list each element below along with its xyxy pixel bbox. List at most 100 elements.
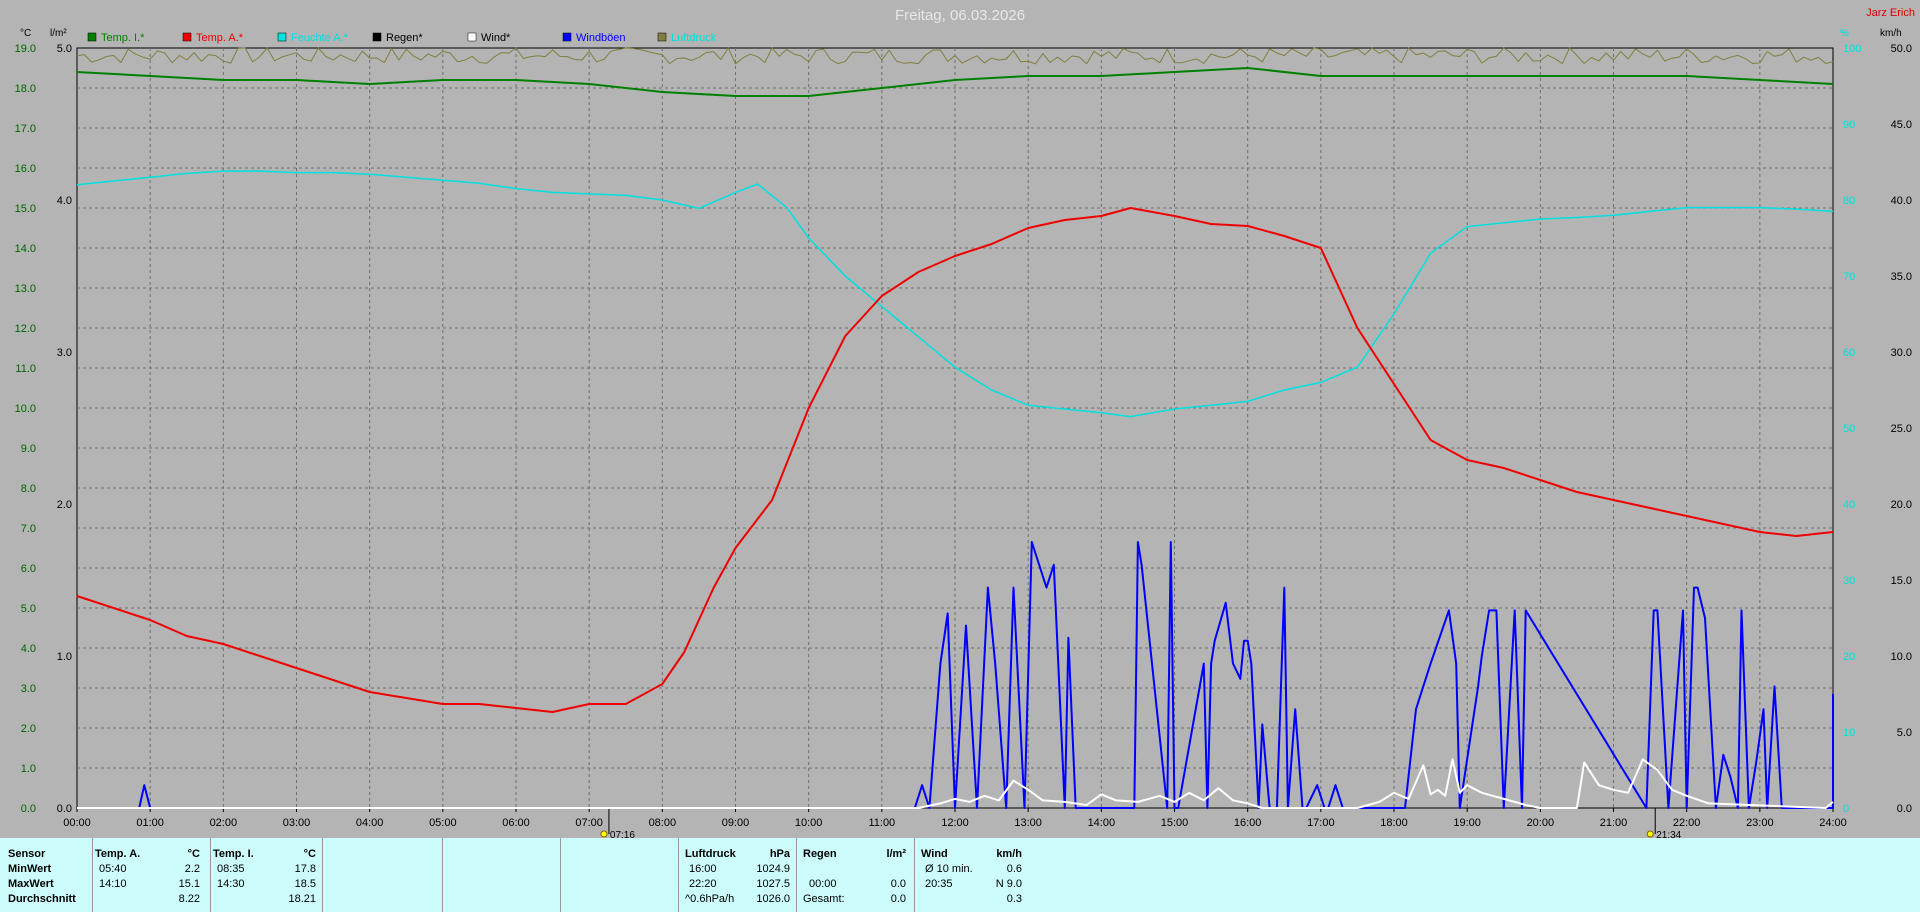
y-hum-tick-label: 90 <box>1843 119 1855 131</box>
y-rain-tick-label: 4.0 <box>57 195 72 207</box>
pressure-head: Luftdruck <box>685 848 736 860</box>
row-label-max: MaxWert <box>8 878 54 890</box>
wind-avg10-label: Ø 10 min. <box>925 863 973 875</box>
temp-a-max-value: 15.1 <box>178 878 200 890</box>
y-rain-tick-label: 0.0 <box>57 803 72 815</box>
wind-avg-value: 0.3 <box>1006 893 1022 905</box>
pressure-min-time: 16:00 <box>689 863 717 875</box>
sun-marker-label: 21:34 <box>1656 830 1681 838</box>
legend-swatch <box>372 32 382 42</box>
temp-i-head: Temp. I. <box>213 848 254 860</box>
legend-swatch <box>467 32 477 42</box>
y-hum-tick-label: 30 <box>1843 575 1855 587</box>
temp-a-unit: °C <box>187 848 200 860</box>
pressure-trend: ^0.6hPa/h <box>685 893 735 905</box>
y-temp-tick-label: 10.0 <box>15 403 36 415</box>
x-tick-label: 11:00 <box>868 817 895 829</box>
y-temp-tick-label: 2.0 <box>21 723 36 735</box>
y-temp-tick-label: 0.0 <box>21 803 36 815</box>
temp-a-column: Temp. A. °C 05:40 2.2 14:10 15.1 8.22 <box>92 838 210 912</box>
rain-total-value: 0.0 <box>890 893 906 905</box>
y-temp-tick-label: 9.0 <box>21 443 36 455</box>
y-unit-temp: °C <box>20 28 31 39</box>
x-tick-label: 19:00 <box>1453 817 1481 829</box>
y-temp-tick-label: 4.0 <box>21 643 36 655</box>
temp-i-max-time: 14:30 <box>217 878 245 890</box>
y-unit-rain: l/m² <box>50 28 67 39</box>
y-wind-tick-label: 25.0 <box>1891 423 1912 435</box>
y-temp-tick-label: 1.0 <box>21 763 36 775</box>
empty-column-2 <box>442 838 560 912</box>
rain-unit: l/m² <box>886 848 906 860</box>
temp-a-head: Temp. A. <box>95 848 141 860</box>
row-label-min: MinWert <box>8 863 52 875</box>
legend-swatch <box>657 32 667 42</box>
x-tick-label: 18:00 <box>1380 817 1408 829</box>
temp-a-min-time: 05:40 <box>99 863 127 875</box>
y-wind-tick-label: 30.0 <box>1891 347 1912 359</box>
y-hum-tick-label: 40 <box>1843 499 1855 511</box>
y-hum-tick-label: 100 <box>1843 43 1861 55</box>
wind-head: Wind <box>921 848 948 860</box>
pressure-max-time: 22:20 <box>689 878 717 890</box>
x-tick-label: 02:00 <box>210 817 238 829</box>
legend-swatch <box>277 32 287 42</box>
y-hum-tick-label: 50 <box>1843 423 1855 435</box>
y-temp-tick-label: 5.0 <box>21 603 36 615</box>
sensor-column: Sensor MinWert MaxWert Durchschnitt <box>0 838 92 912</box>
sensor-head: Sensor <box>8 848 46 860</box>
y-wind-tick-label: 40.0 <box>1891 195 1912 207</box>
summary-panel: Sensor MinWert MaxWert Durchschnitt Temp… <box>0 838 1920 912</box>
x-tick-label: 12:00 <box>941 817 969 829</box>
x-tick-label: 09:00 <box>722 817 750 829</box>
y-hum-tick-label: 0 <box>1843 803 1849 815</box>
sun-marker-label: 07:16 <box>610 830 635 838</box>
temp-i-max-value: 18.5 <box>294 878 316 890</box>
x-tick-label: 10:00 <box>795 817 823 829</box>
sun-icon <box>600 830 608 838</box>
y-wind-tick-label: 50.0 <box>1891 43 1912 55</box>
y-rain-tick-label: 1.0 <box>57 651 72 663</box>
legend-swatch <box>182 32 192 42</box>
x-tick-label: 16:00 <box>1234 817 1262 829</box>
y-wind-tick-label: 10.0 <box>1891 651 1912 663</box>
temp-a-max-time: 14:10 <box>99 878 127 890</box>
y-temp-tick-label: 19.0 <box>15 43 36 55</box>
pressure-min-value: 1024.9 <box>756 863 790 875</box>
pressure-unit: hPa <box>769 848 790 860</box>
legend-swatch <box>562 32 572 42</box>
y-hum-tick-label: 70 <box>1843 271 1855 283</box>
wind-unit: km/h <box>996 848 1022 860</box>
y-wind-tick-label: 45.0 <box>1891 119 1912 131</box>
y-temp-tick-label: 14.0 <box>15 243 36 255</box>
y-wind-tick-label: 5.0 <box>1897 727 1912 739</box>
temp-a-avg-value: 8.22 <box>178 893 200 905</box>
legend-label: Temp. I.* <box>101 32 145 44</box>
row-label-avg: Durchschnitt <box>8 893 76 905</box>
y-temp-tick-label: 8.0 <box>21 483 36 495</box>
x-tick-label: 01:00 <box>136 817 164 829</box>
wind-max-time: 20:35 <box>925 878 953 890</box>
temp-i-unit: °C <box>303 848 316 860</box>
rain-max-time: 00:00 <box>809 878 837 890</box>
y-wind-tick-label: 15.0 <box>1891 575 1912 587</box>
x-tick-label: 05:00 <box>429 817 457 829</box>
y-unit-hum: % <box>1840 28 1849 39</box>
legend-swatch <box>87 32 97 42</box>
y-temp-tick-label: 3.0 <box>21 683 36 695</box>
legend-label: Feuchte A.* <box>291 32 349 44</box>
y-temp-tick-label: 16.0 <box>15 163 36 175</box>
author-label: Jarz Erich <box>1866 7 1915 19</box>
rain-max-value: 0.0 <box>890 878 906 890</box>
y-temp-tick-label: 13.0 <box>15 283 36 295</box>
x-tick-label: 13:00 <box>1014 817 1042 829</box>
temp-i-avg-value: 18.21 <box>288 893 316 905</box>
legend-label: Wind* <box>481 32 511 44</box>
legend-label: Windböen <box>576 32 626 44</box>
empty-column-1 <box>322 838 442 912</box>
x-tick-label: 23:00 <box>1746 817 1774 829</box>
y-temp-tick-label: 15.0 <box>15 203 36 215</box>
x-tick-label: 00:00 <box>63 817 91 829</box>
wind-avg10-value: 0.6 <box>1006 863 1022 875</box>
y-wind-tick-label: 35.0 <box>1891 271 1912 283</box>
